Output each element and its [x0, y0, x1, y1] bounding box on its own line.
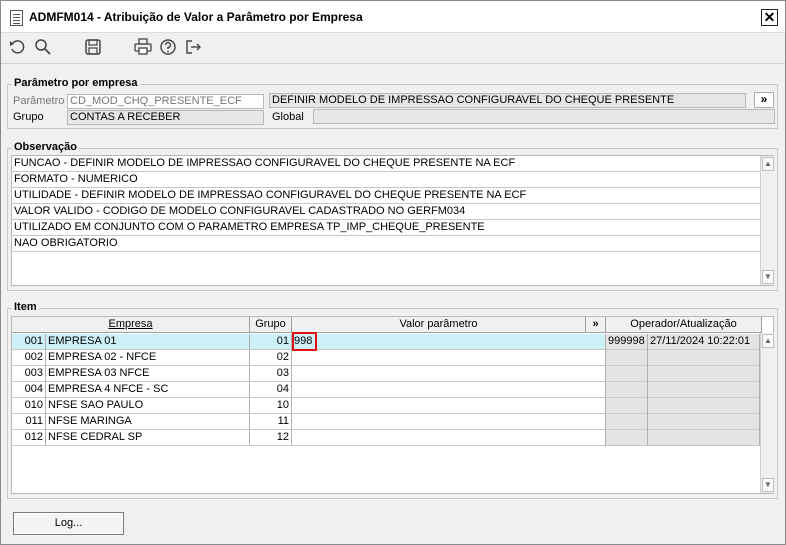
- cell-empresa: EMPRESA 02 - NFCE: [46, 350, 250, 366]
- toolbar: [1, 34, 785, 62]
- cell-empresa: EMPRESA 4 NFCE - SC: [46, 382, 250, 398]
- observation-line: VALOR VALIDO - CODIGO DE MODELO CONFIGUR…: [12, 204, 760, 220]
- cell-operador: [606, 414, 648, 430]
- scroll-down-icon[interactable]: ▼: [762, 270, 774, 284]
- cell-operador: [606, 382, 648, 398]
- observation-line: NAO OBRIGATORIO: [12, 236, 760, 252]
- column-header-empresa[interactable]: Empresa: [12, 317, 250, 333]
- cell-data: [648, 382, 760, 398]
- cell-code: 001: [12, 334, 46, 350]
- save-icon[interactable]: [83, 37, 103, 57]
- observation-line: FORMATO - NUMERICO: [12, 172, 760, 188]
- undo-icon[interactable]: [8, 37, 28, 57]
- cell-data: [648, 414, 760, 430]
- observation-scrollbar[interactable]: ▲ ▼: [760, 156, 774, 285]
- cell-code: 011: [12, 414, 46, 430]
- cell-empresa: NFSE MARINGA: [46, 414, 250, 430]
- cell-operador: 999998: [606, 334, 648, 350]
- grupo-label: Grupo: [13, 111, 44, 123]
- cell-valor[interactable]: [292, 430, 606, 446]
- cell-operador: [606, 398, 648, 414]
- observation-line: FUNCAO - DEFINIR MODELO DE IMPRESSAO CON…: [12, 156, 760, 172]
- expand-valor-button[interactable]: »: [586, 317, 606, 333]
- parametro-label: Parâmetro: [13, 95, 65, 107]
- cell-operador: [606, 350, 648, 366]
- cell-empresa: EMPRESA 03 NFCE: [46, 366, 250, 382]
- cell-valor[interactable]: [292, 350, 606, 366]
- cell-data: [648, 350, 760, 366]
- cell-valor[interactable]: [292, 414, 606, 430]
- cell-code: 002: [12, 350, 46, 366]
- global-label: Global: [272, 111, 304, 123]
- toolbar-divider: [1, 63, 785, 64]
- cell-valor[interactable]: [292, 398, 606, 414]
- global-field: [313, 109, 775, 124]
- cell-operador: [606, 430, 648, 446]
- active-cell-highlight: [292, 332, 317, 351]
- cell-valor[interactable]: 998: [292, 334, 606, 350]
- cell-grupo: 12: [250, 430, 292, 446]
- exit-icon[interactable]: [183, 37, 203, 57]
- item-scrollbar[interactable]: ▲ ▼: [760, 333, 774, 493]
- help-icon[interactable]: [158, 37, 178, 57]
- cell-grupo: 10: [250, 398, 292, 414]
- observation-textarea[interactable]: FUNCAO - DEFINIR MODELO DE IMPRESSAO CON…: [11, 155, 774, 286]
- parametro-description-field: DEFINIR MODELO DE IMPRESSAO CONFIGURAVEL…: [269, 93, 746, 108]
- document-icon: [10, 10, 23, 26]
- column-header-grupo[interactable]: Grupo: [250, 317, 292, 333]
- param-section-legend: Parâmetro por empresa: [12, 77, 140, 89]
- cell-empresa: NFSE SAO PAULO: [46, 398, 250, 414]
- cell-code: 003: [12, 366, 46, 382]
- cell-code: 012: [12, 430, 46, 446]
- observation-line: UTILIZADO EM CONJUNTO COM O PARAMETRO EM…: [12, 220, 760, 236]
- log-button[interactable]: Log...: [13, 512, 124, 535]
- expand-description-button[interactable]: »: [754, 92, 774, 108]
- cell-grupo: 03: [250, 366, 292, 382]
- grupo-field: CONTAS A RECEBER: [67, 110, 264, 125]
- obs-section-legend: Observação: [12, 141, 79, 153]
- cell-data: [648, 398, 760, 414]
- cell-grupo: 01: [250, 334, 292, 350]
- observation-line: UTILIDADE - DEFINIR MODELO DE IMPRESSAO …: [12, 188, 760, 204]
- item-section-legend: Item: [12, 301, 39, 313]
- cell-data: [648, 366, 760, 382]
- parametro-field[interactable]: CD_MOD_CHQ_PRESENTE_ECF: [67, 94, 264, 109]
- cell-empresa: EMPRESA 01: [46, 334, 250, 350]
- cell-valor[interactable]: [292, 366, 606, 382]
- cell-operador: [606, 366, 648, 382]
- column-header-valor[interactable]: Valor parâmetro: [292, 317, 586, 333]
- cell-code: 004: [12, 382, 46, 398]
- cell-grupo: 11: [250, 414, 292, 430]
- title-bar: ADMFM014 - Atribuição de Valor a Parâmet…: [1, 1, 785, 33]
- main-window: ADMFM014 - Atribuição de Valor a Parâmet…: [0, 0, 786, 545]
- column-header-operador[interactable]: Operador/Atualização: [606, 317, 762, 333]
- window-title: ADMFM014 - Atribuição de Valor a Parâmet…: [29, 10, 363, 24]
- cell-data: [648, 430, 760, 446]
- cell-code: 010: [12, 398, 46, 414]
- scroll-up-icon[interactable]: ▲: [762, 157, 774, 171]
- cell-empresa: NFSE CEDRAL SP: [46, 430, 250, 446]
- item-grid: Empresa Grupo Valor parâmetro » Operador…: [11, 316, 774, 494]
- scroll-up-icon[interactable]: ▲: [762, 334, 774, 348]
- cell-data: 27/11/2024 10:22:01: [648, 334, 760, 350]
- search-icon[interactable]: [33, 37, 53, 57]
- cell-valor[interactable]: [292, 382, 606, 398]
- scroll-down-icon[interactable]: ▼: [762, 478, 774, 492]
- cell-grupo: 02: [250, 350, 292, 366]
- cell-grupo: 04: [250, 382, 292, 398]
- print-icon[interactable]: [133, 37, 153, 57]
- close-button[interactable]: ✕: [761, 9, 778, 26]
